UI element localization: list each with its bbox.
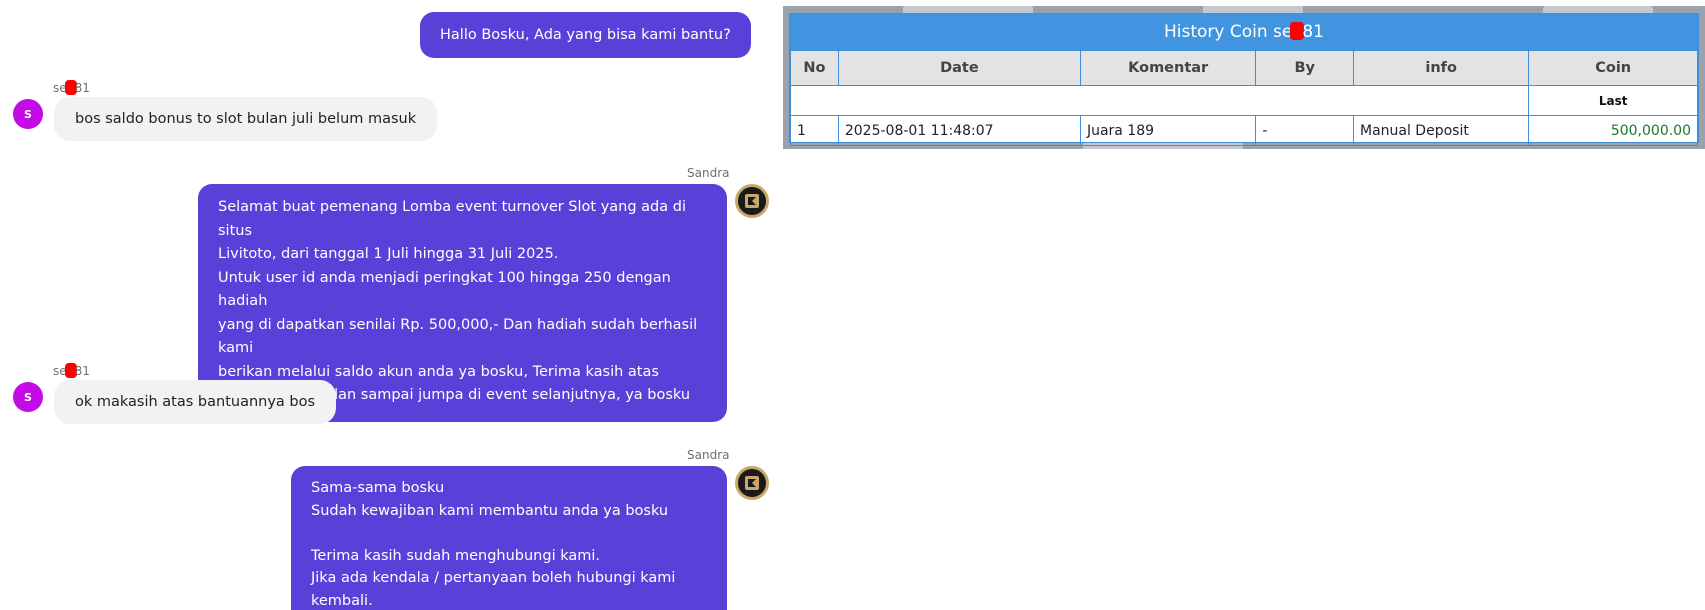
- agent-sender-name: Sandra: [687, 448, 730, 462]
- cell-by: -: [1255, 115, 1354, 146]
- agent-message-bubble: Sama-sama bosku Sudah kewajiban kami mem…: [291, 466, 727, 610]
- user-avatar: S: [13, 382, 43, 412]
- agent-sender-name: Sandra: [687, 166, 730, 180]
- agent-avatar: [735, 466, 769, 500]
- table-header-row: No Date Komentar By info Coin: [790, 50, 1698, 86]
- subheader-last-label: Last: [1528, 85, 1698, 116]
- user-avatar: S: [13, 99, 43, 129]
- user-message-bubble: ok makasih atas bantuannya bos: [54, 380, 337, 424]
- cell-info: Manual Deposit: [1352, 115, 1530, 146]
- column-header-komentar[interactable]: Komentar: [1079, 50, 1257, 86]
- agent-message-bubble: Hallo Bosku, Ada yang bisa kami bantu?: [420, 12, 751, 58]
- agent-avatar: [735, 184, 769, 218]
- table-row[interactable]: 1 2025-08-01 11:48:07 Juara 189 - Manual…: [790, 115, 1698, 146]
- column-header-no[interactable]: No: [790, 50, 839, 86]
- column-header-coin[interactable]: Coin: [1528, 50, 1698, 86]
- user-sender-name: se 81: [53, 80, 90, 95]
- user-sender-name: se 81: [53, 363, 90, 378]
- column-header-by[interactable]: By: [1255, 50, 1354, 86]
- brand-logo-icon: [745, 194, 759, 208]
- history-coin-table-box: History Coin se 81 No Date Komentar By i…: [789, 13, 1699, 146]
- history-coin-table: No Date Komentar By info Coin Last 1 202…: [789, 50, 1698, 146]
- table-subheader-row: Last: [789, 85, 1698, 116]
- brand-logo-icon: [745, 476, 759, 490]
- subheader-empty-cell: [789, 85, 1530, 116]
- history-coin-panel: History Coin se 81 No Date Komentar By i…: [783, 6, 1705, 149]
- user-message-bubble: bos saldo bonus to slot bulan juli belum…: [54, 97, 438, 141]
- screenshot-stage: Hallo Bosku, Ada yang bisa kami bantu? s…: [0, 0, 1705, 610]
- cell-no: 1: [790, 115, 839, 146]
- history-coin-title: History Coin se 81: [790, 14, 1698, 50]
- cell-date: 2025-08-01 11:48:07: [837, 115, 1081, 146]
- column-header-info[interactable]: info: [1352, 50, 1530, 86]
- column-header-date[interactable]: Date: [837, 50, 1081, 86]
- cell-coin: 500,000.00: [1528, 115, 1698, 146]
- cell-komentar: Juara 189: [1079, 115, 1257, 146]
